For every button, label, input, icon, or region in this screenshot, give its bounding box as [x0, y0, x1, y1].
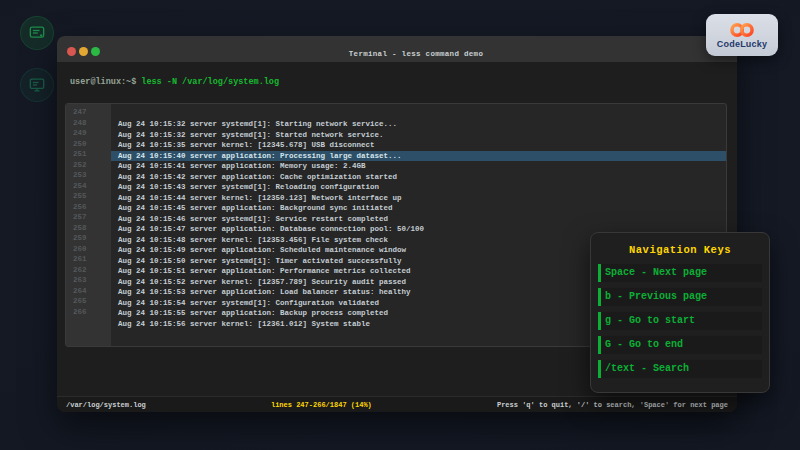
nav-key-item: b - Previous page [598, 288, 762, 306]
minimize-button[interactable] [79, 47, 88, 56]
line-number: 249 [66, 128, 111, 139]
page-background: CodeLucky Terminal - less command demo u… [0, 0, 800, 450]
line-number: 252 [66, 160, 111, 171]
chat-bubble-icon [20, 16, 54, 50]
log-line: Aug 24 10:15:41 server application: Memo… [111, 161, 726, 172]
line-number-column: 2472482492502512522532542552562572582592… [66, 104, 111, 346]
log-line: Aug 24 10:15:32 server systemd[1]: Start… [111, 130, 726, 141]
window-title: Terminal - less command demo [95, 41, 737, 67]
close-button[interactable] [67, 47, 76, 56]
line-number: 253 [66, 170, 111, 181]
line-number: 254 [66, 181, 111, 192]
nav-key-item: /text - Search [598, 360, 762, 378]
line-number: 264 [66, 286, 111, 297]
command-text: less -N /var/log/system.log [141, 77, 279, 87]
command-line: user@linux:~$ less -N /var/log/system.log [70, 77, 279, 87]
line-number: 250 [66, 139, 111, 150]
line-number: 256 [66, 202, 111, 213]
log-line: Aug 24 10:15:32 server systemd[1]: Start… [111, 119, 726, 130]
line-number: 251 [66, 149, 111, 160]
log-line: Aug 24 10:15:43 server systemd[1]: Reloa… [111, 182, 726, 193]
navigation-keys-panel: Navigation Keys Space - Next page b - Pre… [590, 232, 770, 393]
codelucky-label: CodeLucky [717, 39, 767, 49]
line-number: 258 [66, 223, 111, 234]
log-line: Aug 24 10:15:46 server systemd[1]: Servi… [111, 214, 726, 225]
line-number: 265 [66, 296, 111, 307]
line-number: 247 [66, 107, 111, 118]
line-number: 257 [66, 212, 111, 223]
log-line: Aug 24 10:15:35 server kernel: [12345.67… [111, 140, 726, 151]
nav-key-item: G - Go to end [598, 336, 762, 354]
nav-key-item: g - Go to start [598, 312, 762, 330]
navigation-keys-list: Space - Next page b - Previous page g - Go… [591, 264, 769, 378]
log-line: Aug 24 10:15:42 server application: Cach… [111, 172, 726, 183]
line-number: 259 [66, 233, 111, 244]
line-number: 261 [66, 254, 111, 265]
status-hint: Press 'q' to quit, '/' to search, 'Space… [497, 401, 728, 409]
line-number: 255 [66, 191, 111, 202]
shell-prompt: user@linux:~$ [70, 77, 136, 87]
log-line: Aug 24 10:15:45 server application: Back… [111, 203, 726, 214]
status-position: lines 247-266/1847 (14%) [271, 401, 372, 409]
codelucky-badge: CodeLucky [706, 14, 778, 56]
monitor-icon [20, 68, 54, 102]
line-number: 260 [66, 244, 111, 255]
nav-key-item: Space - Next page [598, 264, 762, 282]
log-line: Aug 24 10:15:44 server kernel: [12350.12… [111, 193, 726, 204]
line-number: 263 [66, 275, 111, 286]
terminal-titlebar: Terminal - less command demo [57, 36, 737, 62]
line-number: 262 [66, 265, 111, 276]
status-bar: /var/log/system.log lines 247-266/1847 (… [57, 396, 737, 412]
log-line-highlighted: Aug 24 10:15:40 server application: Proc… [111, 151, 726, 162]
line-number: 248 [66, 118, 111, 129]
codelucky-infinity-logo-icon [725, 22, 759, 38]
line-number: 266 [66, 307, 111, 318]
navigation-keys-title: Navigation Keys [591, 244, 769, 256]
status-file: /var/log/system.log [66, 401, 146, 409]
